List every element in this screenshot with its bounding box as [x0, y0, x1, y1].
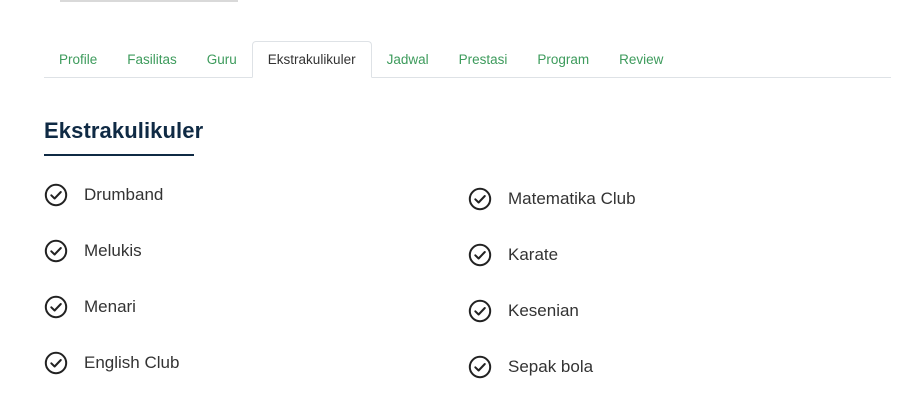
- list-item: English Club: [44, 351, 179, 407]
- check-circle-icon: [468, 187, 492, 211]
- list-item: Drumband: [44, 183, 179, 239]
- list-item-label: Matematika Club: [508, 189, 636, 208]
- section-title: Ekstrakulikuler: [44, 118, 204, 143]
- list-item: Karate: [468, 243, 636, 299]
- list-item: Kesenian: [468, 299, 636, 355]
- check-circle-icon: [468, 299, 492, 323]
- list-item: Sepak bola: [468, 355, 636, 411]
- list-item-label: Sepak bola: [508, 357, 594, 376]
- check-circle-icon: [44, 295, 68, 319]
- check-circle-icon: [468, 243, 492, 267]
- check-circle-icon: [468, 355, 492, 379]
- top-divider: [60, 0, 238, 2]
- tab-profile[interactable]: Profile: [44, 41, 112, 77]
- check-circle-icon: [44, 239, 68, 263]
- tab-jadwal[interactable]: Jadwal: [372, 41, 444, 77]
- list-item-label: Drumband: [84, 185, 164, 204]
- list-item: Melukis: [44, 239, 179, 295]
- list-item-label: Kesenian: [508, 301, 579, 320]
- extracurricular-list-right: Matematika Club Karate Kesenian Sepak bo…: [468, 187, 636, 411]
- title-underline: [44, 154, 194, 156]
- tab-prestasi[interactable]: Prestasi: [444, 41, 523, 77]
- list-item-label: Melukis: [84, 241, 142, 260]
- tab-review[interactable]: Review: [604, 41, 678, 77]
- tab-ekstrakulikuler[interactable]: Ekstrakulikuler: [251, 41, 372, 78]
- list-item-label: English Club: [84, 353, 180, 372]
- tab-bar: Profile Fasilitas Guru Ekstrakulikuler J…: [44, 41, 891, 78]
- tab-fasilitas[interactable]: Fasilitas: [112, 41, 192, 77]
- list-item-label: Menari: [84, 297, 136, 316]
- tab-guru[interactable]: Guru: [192, 41, 252, 77]
- extracurricular-list-left: Drumband Melukis Menari English Club: [44, 183, 179, 407]
- list-item: Matematika Club: [468, 187, 636, 243]
- check-circle-icon: [44, 351, 68, 375]
- list-item: Menari: [44, 295, 179, 351]
- check-circle-icon: [44, 183, 68, 207]
- tab-program[interactable]: Program: [522, 41, 604, 77]
- list-item-label: Karate: [508, 245, 559, 264]
